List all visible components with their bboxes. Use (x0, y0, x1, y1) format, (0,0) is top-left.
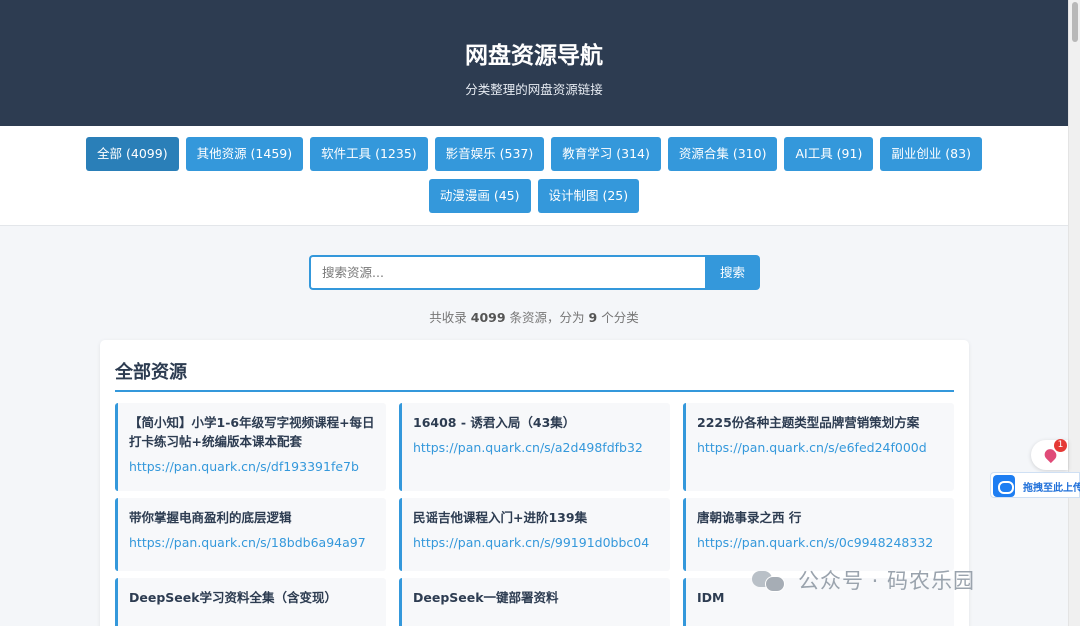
search-input[interactable] (309, 255, 705, 290)
resource-link[interactable]: https://pan.quark.cn/s/a2d498fdfb32 (413, 440, 659, 456)
panel-title: 全部资源 (115, 362, 187, 383)
stats-prefix: 共收录 (429, 310, 467, 325)
scrollbar-thumb[interactable] (1072, 2, 1078, 42)
stats-category-count: 9 (588, 310, 598, 325)
resource-card: DeepSeek一键部署资料 (399, 578, 670, 626)
resource-card: 带你掌握电商盈利的底层逻辑 https://pan.quark.cn/s/18b… (115, 498, 386, 571)
resource-title: 【简小知】小学1-6年级写字视频课程+每日打卡练习帖+统编版本课本配套 (129, 415, 375, 449)
resource-title: DeepSeek一键部署资料 (413, 590, 559, 605)
resource-card: DeepSeek学习资料全集（含变现） (115, 578, 386, 626)
resource-card: 16408 - 诱君入局（43集） https://pan.quark.cn/s… (399, 403, 670, 491)
category-row: 动漫漫画 (45) 设计制图 (25) (0, 179, 1068, 213)
cloud-upload-icon (993, 475, 1015, 497)
category-button-design[interactable]: 设计制图 (25) (537, 179, 640, 213)
upload-label: 拖拽至此上传 (1023, 483, 1080, 494)
category-button-other[interactable]: 其他资源 (1459) (185, 137, 304, 171)
watermark: 公众号 · 码农乐园 (752, 565, 975, 595)
category-button-media[interactable]: 影音娱乐 (537) (434, 137, 545, 171)
stats-suffix: 个分类 (601, 310, 639, 325)
category-button-software[interactable]: 软件工具 (1235) (310, 137, 428, 171)
search-button[interactable]: 搜索 (705, 255, 760, 290)
resource-title: 唐朝诡事录之西 行 (697, 510, 802, 525)
search-bar: 搜索 (309, 255, 760, 290)
resource-title: DeepSeek学习资料全集（含变现） (129, 590, 338, 605)
page-header: 网盘资源导航 分类整理的网盘资源链接 (0, 0, 1068, 126)
resource-link[interactable]: https://pan.quark.cn/s/0c9948248332 (697, 535, 943, 551)
panel-divider (115, 390, 954, 392)
resource-title: 16408 - 诱君入局（43集） (413, 415, 576, 430)
category-button-all[interactable]: 全部 (4099) (86, 137, 179, 171)
resource-card: 民谣吉他课程入门+进阶139集 https://pan.quark.cn/s/9… (399, 498, 670, 571)
category-button-collections[interactable]: 资源合集 (310) (667, 137, 778, 171)
category-button-anime[interactable]: 动漫漫画 (45) (428, 179, 531, 213)
category-bar: 全部 (4099) 其他资源 (1459) 软件工具 (1235) 影音娱乐 (… (0, 126, 1068, 226)
notification-badge: 1 (1054, 439, 1067, 452)
resource-card: 2225份各种主题类型品牌营销策划方案 https://pan.quark.cn… (683, 403, 954, 491)
resource-title: 民谣吉他课程入门+进阶139集 (413, 510, 588, 525)
page-title: 网盘资源导航 (465, 43, 603, 69)
wechat-icon (752, 567, 786, 593)
watermark-text: 公众号 · 码农乐园 (798, 569, 976, 593)
resource-title: 带你掌握电商盈利的底层逻辑 (129, 510, 292, 525)
category-row: 全部 (4099) 其他资源 (1459) 软件工具 (1235) 影音娱乐 (… (0, 137, 1068, 171)
stats-summary: 共收录 4099 条资源，分为 9 个分类 (0, 307, 1068, 326)
drag-upload-widget[interactable]: 拖拽至此上传 (990, 472, 1080, 498)
stats-total: 4099 (470, 310, 506, 325)
resource-title: 2225份各种主题类型品牌营销策划方案 (697, 415, 920, 430)
resource-link[interactable]: https://pan.quark.cn/s/df193391fe7b (129, 459, 375, 475)
resource-link[interactable]: https://pan.quark.cn/s/e6fed24f000d (697, 440, 943, 456)
resource-link[interactable]: https://pan.quark.cn/s/99191d0bbc04 (413, 535, 659, 551)
resource-card: 【简小知】小学1-6年级写字视频课程+每日打卡练习帖+统编版本课本配套 http… (115, 403, 386, 491)
stats-middle: 条资源，分为 (509, 310, 585, 325)
category-button-ai-tools[interactable]: AI工具 (91) (784, 137, 874, 171)
resource-link[interactable]: https://pan.quark.cn/s/18bdb6a94a97 (129, 535, 375, 551)
page-scrollbar[interactable] (1068, 0, 1080, 626)
category-button-side-business[interactable]: 副业创业 (83) (880, 137, 982, 171)
resource-card: 唐朝诡事录之西 行 https://pan.quark.cn/s/0c99482… (683, 498, 954, 571)
page-subtitle: 分类整理的网盘资源链接 (465, 82, 603, 97)
floating-pin-widget[interactable]: 1 (1031, 439, 1068, 470)
category-button-education[interactable]: 教育学习 (314) (551, 137, 661, 171)
